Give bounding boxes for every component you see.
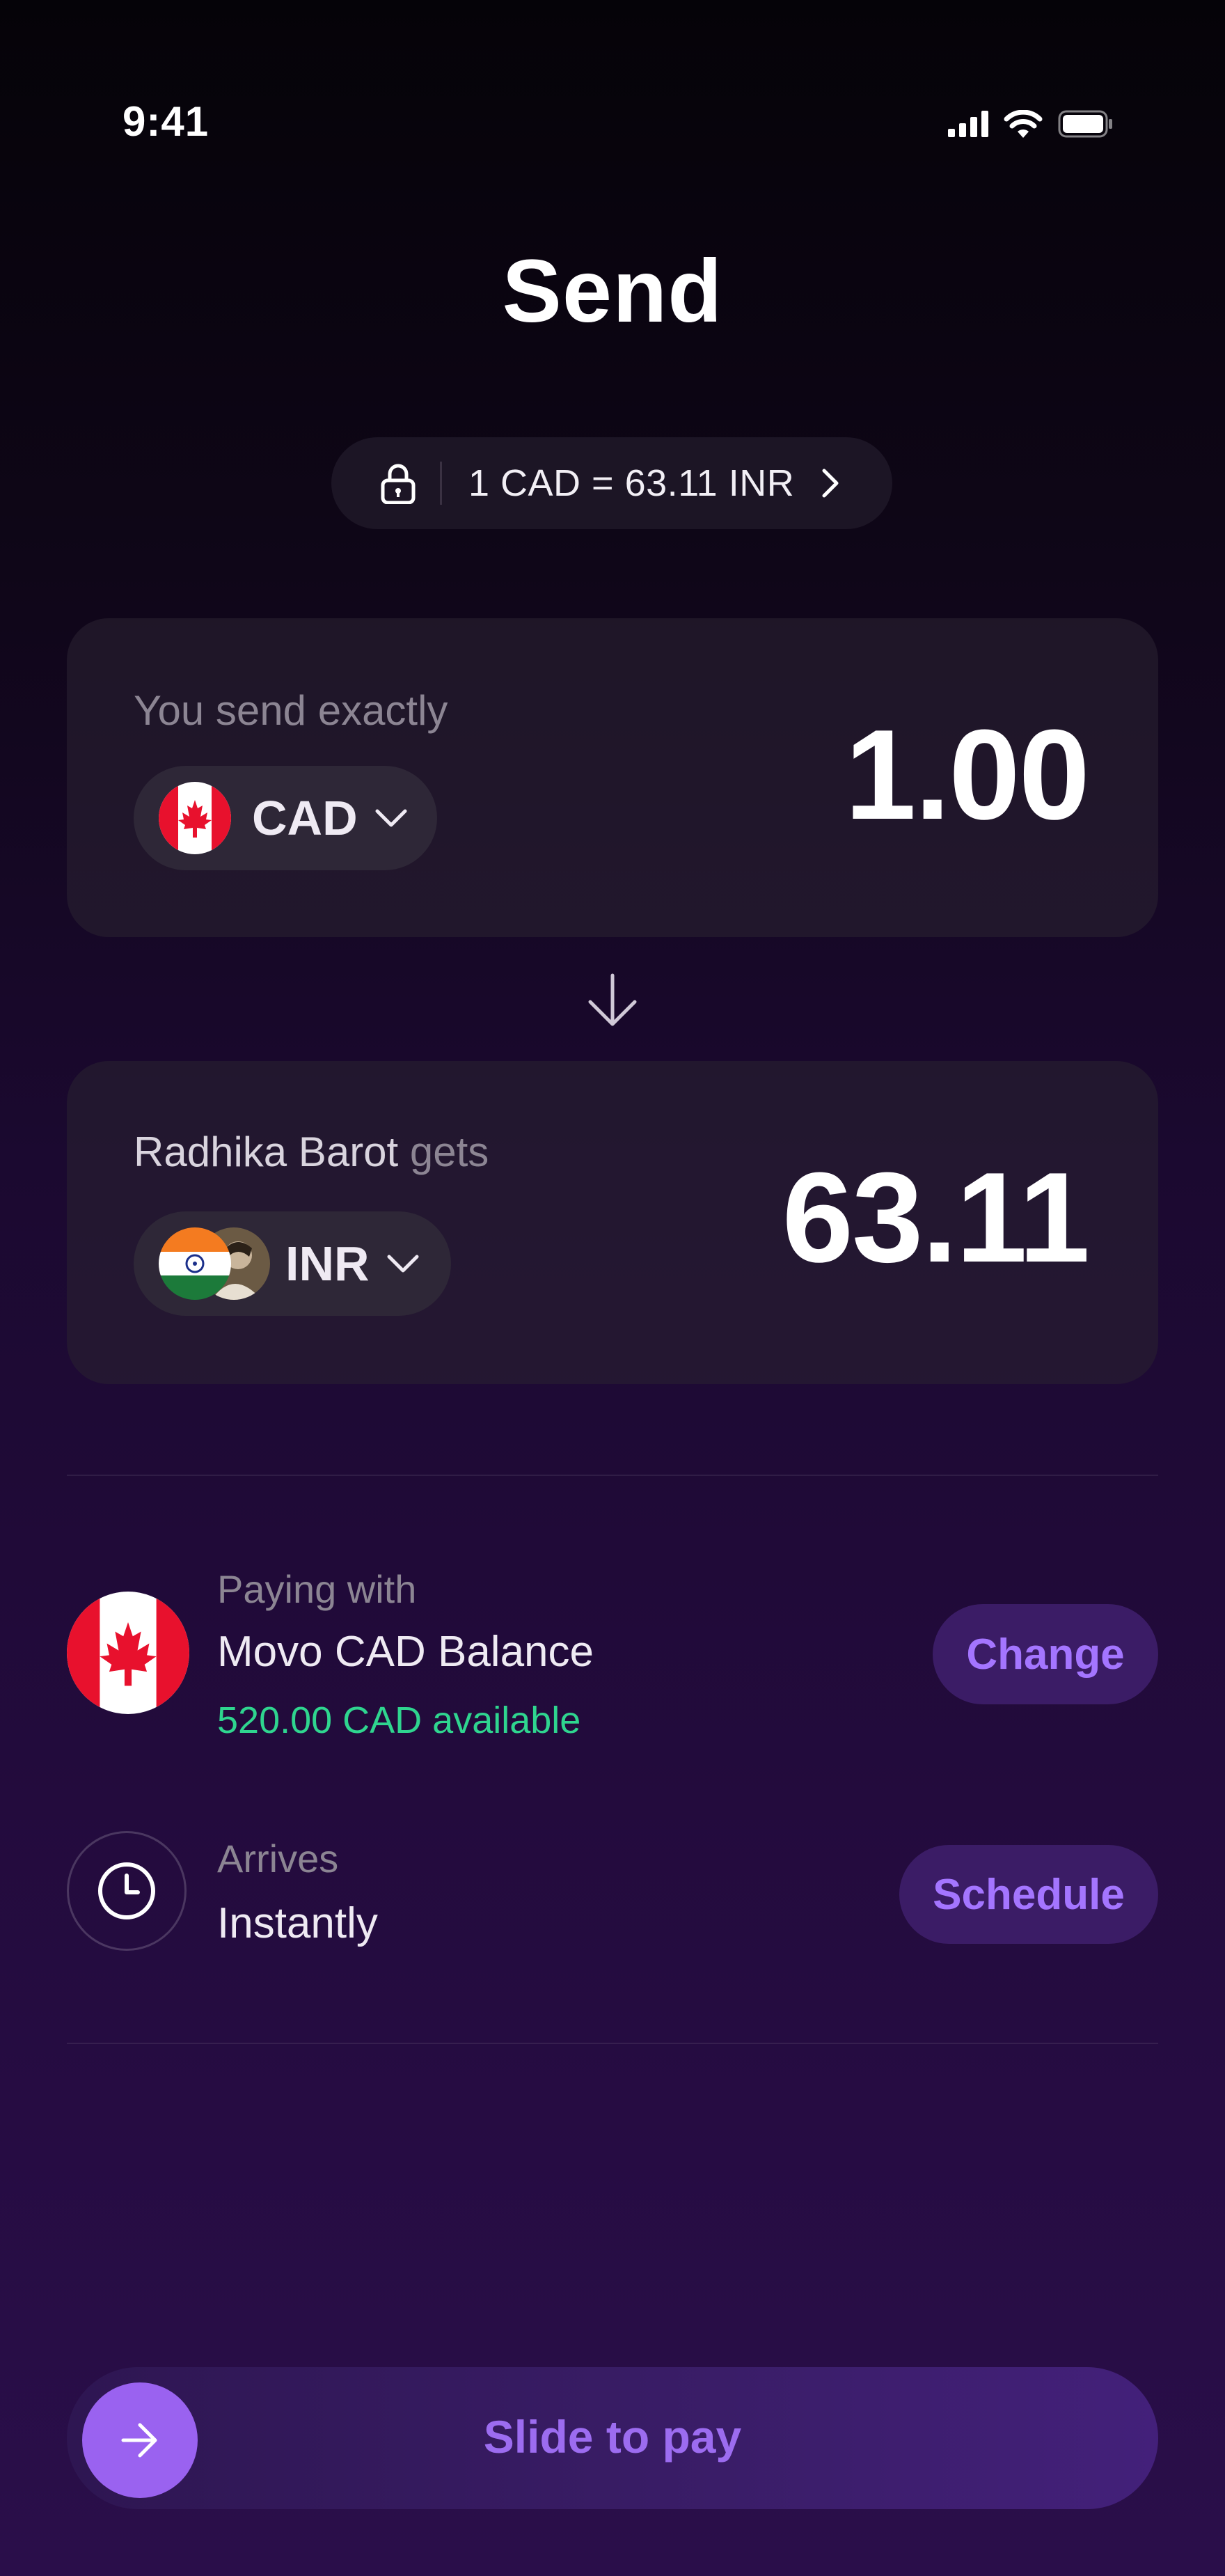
schedule-button[interactable]: Schedule: [899, 1845, 1158, 1944]
receive-amount-card: Radhika Barot gets INR 63.11: [67, 1061, 1158, 1384]
chevron-down-icon: [387, 1255, 419, 1273]
clock-icon: [98, 1862, 155, 1919]
canada-flag-icon: [67, 1592, 189, 1714]
chevron-down-icon: [375, 809, 407, 827]
section-divider-bottom: [67, 2043, 1158, 2044]
exchange-rate-pill[interactable]: 1 CAD = 63.11 INR: [331, 437, 892, 529]
status-time: 9:41: [122, 98, 210, 145]
arrival-time: Instantly: [217, 1899, 378, 1947]
exchange-rate-text: 1 CAD = 63.11 INR: [468, 462, 795, 504]
page-title: Send: [502, 242, 723, 341]
status-icons: [948, 110, 1114, 138]
send-amount[interactable]: 1.00: [845, 700, 1090, 848]
send-amount-card: You send exactly CAD 1.00: [67, 618, 1158, 937]
chevron-right-icon: [822, 469, 839, 498]
arrives-label: Arrives: [217, 1837, 339, 1880]
recipient-name: Radhika Barot: [134, 1129, 399, 1175]
payment-method-name: Movo CAD Balance: [217, 1628, 594, 1676]
wifi-icon: [1004, 110, 1043, 138]
section-divider-top: [67, 1475, 1158, 1476]
signal-icon: [948, 111, 988, 137]
arrow-right-icon: [121, 2423, 157, 2458]
receive-currency-selector[interactable]: INR: [134, 1211, 451, 1316]
battery-icon: [1058, 110, 1112, 138]
available-balance: 520.00 CAD available: [217, 1699, 581, 1741]
arrow-down-icon: [588, 973, 637, 1026]
lock-icon: [381, 464, 416, 504]
slide-to-pay-handle[interactable]: [82, 2382, 198, 2498]
receive-label-suffix: gets: [398, 1129, 489, 1175]
india-flag-icon: [159, 1227, 231, 1300]
receive-label: Radhika Barot gets: [134, 1128, 489, 1176]
send-currency-selector[interactable]: CAD: [134, 766, 437, 870]
change-payment-button[interactable]: Change: [933, 1604, 1158, 1704]
receive-amount[interactable]: 63.11: [782, 1143, 1090, 1291]
paying-with-label: Paying with: [217, 1567, 417, 1611]
rate-divider: [440, 462, 442, 505]
send-label: You send exactly: [134, 687, 448, 734]
payment-method-flag: [67, 1592, 189, 1714]
receive-avatars: [159, 1227, 270, 1300]
canada-flag-icon: [159, 782, 231, 854]
send-currency-code: CAD: [252, 791, 358, 845]
receive-currency-code: INR: [285, 1236, 370, 1291]
slide-to-pay-label: Slide to pay: [483, 2411, 742, 2463]
arrival-clock-badge: [67, 1831, 187, 1951]
